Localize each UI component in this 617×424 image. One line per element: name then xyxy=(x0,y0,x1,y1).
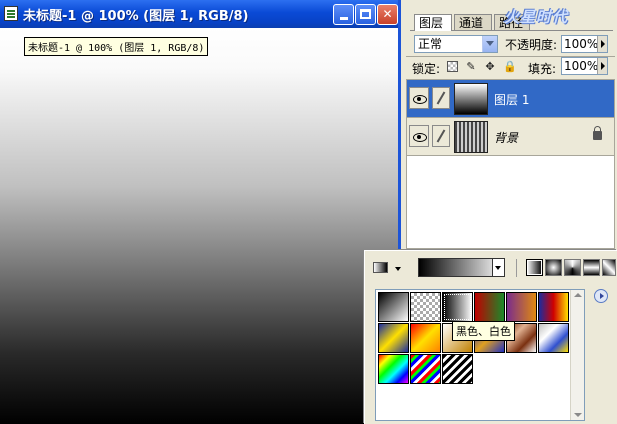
blend-mode-select[interactable]: 正常 xyxy=(414,35,498,53)
gradient-preset-swatch[interactable] xyxy=(378,292,409,322)
angle-gradient-button[interactable] xyxy=(564,259,581,276)
gradient-preset-swatch[interactable] xyxy=(474,292,505,322)
document-titlebar[interactable]: 未标题-1 @ 100% (图层 1, RGB/8) ✕ xyxy=(0,0,398,28)
divider xyxy=(516,259,517,277)
lock-paint-icon[interactable]: ✎ xyxy=(465,60,477,73)
fill-value: 100% xyxy=(564,59,599,73)
opacity-slider-arrow-icon[interactable] xyxy=(597,36,607,52)
chevron-down-icon[interactable] xyxy=(482,36,497,52)
minimize-button[interactable] xyxy=(333,4,354,25)
chevron-down-icon[interactable] xyxy=(395,267,401,271)
gradient-preset-swatch[interactable] xyxy=(442,354,473,384)
lock-all-icon[interactable]: 🔒 xyxy=(503,60,517,73)
gradient-tool-icon[interactable] xyxy=(373,262,388,273)
document-icon[interactable] xyxy=(4,6,18,21)
document-window: 未标题-1 @ 100% (图层 1, RGB/8) ✕ 未标题-1 @ 100… xyxy=(0,0,401,424)
maximize-button[interactable] xyxy=(355,4,376,25)
tab-channels[interactable]: 通道 xyxy=(454,14,492,31)
gradient-preset-swatch[interactable] xyxy=(538,323,569,353)
diamond-gradient-button[interactable] xyxy=(602,259,616,276)
eye-icon[interactable] xyxy=(409,87,429,109)
close-icon: ✕ xyxy=(382,7,393,21)
lock-position-icon[interactable]: ✥ xyxy=(484,60,496,73)
layer-thumbnail xyxy=(454,83,488,115)
lock-icon xyxy=(593,126,602,140)
gradient-preset-swatch[interactable] xyxy=(410,292,441,322)
gradient-preset-swatch[interactable] xyxy=(442,292,473,322)
fill-field[interactable]: 100% xyxy=(561,57,608,75)
layer-name: 图层 1 xyxy=(494,93,530,107)
scroll-down-icon[interactable] xyxy=(574,413,582,417)
preset-tooltip: 黑色、白色 xyxy=(452,321,515,341)
layers-list: 图层 1 背景 xyxy=(406,79,615,249)
document-title: 未标题-1 @ 100% (图层 1, RGB/8) xyxy=(23,9,249,24)
gradient-presets xyxy=(375,289,585,421)
maximize-icon xyxy=(360,9,371,19)
radial-gradient-button[interactable] xyxy=(545,259,562,276)
eye-icon[interactable] xyxy=(409,125,429,147)
layer-thumbnail xyxy=(454,121,488,153)
fill-slider-arrow-icon[interactable] xyxy=(597,58,607,74)
gradient-options-panel: 黑色、白色 xyxy=(364,250,617,424)
minimize-icon xyxy=(339,17,348,20)
panel-menu-icon[interactable] xyxy=(594,289,608,303)
layer-name: 背景 xyxy=(494,131,519,145)
gradient-preset-swatch[interactable] xyxy=(538,292,569,322)
gradient-preset-swatch[interactable] xyxy=(378,354,409,384)
fill-label: 填充: xyxy=(528,62,557,76)
gradient-preview[interactable] xyxy=(418,258,505,277)
lock-label: 锁定: xyxy=(412,62,441,76)
gradient-preset-swatch[interactable] xyxy=(410,323,441,353)
opacity-field[interactable]: 100% xyxy=(561,35,608,53)
document-canvas[interactable] xyxy=(0,28,398,424)
reflected-gradient-button[interactable] xyxy=(583,259,600,276)
watermark-logo: 火星时代 xyxy=(504,8,569,26)
link-box[interactable] xyxy=(432,125,450,147)
opacity-label: 不透明度: xyxy=(505,38,558,52)
gradient-preset-swatch[interactable] xyxy=(506,292,537,322)
chevron-down-icon[interactable] xyxy=(492,259,504,276)
document-tooltip: 未标题-1 @ 100% (图层 1, RGB/8) xyxy=(24,37,209,56)
linear-gradient-button[interactable] xyxy=(526,259,543,276)
layers-palette: 图层 通道 路径 火星时代 正常 不透明度: 100% 锁定: ✎ ✥ 🔒 填充… xyxy=(404,0,617,250)
blend-mode-value: 正常 xyxy=(418,37,443,51)
scroll-up-icon[interactable] xyxy=(574,293,582,297)
layer-row[interactable]: 背景 xyxy=(407,118,614,156)
brush-icon[interactable] xyxy=(432,87,450,109)
lock-transparency-icon[interactable] xyxy=(447,61,458,72)
gradient-preset-swatch[interactable] xyxy=(410,354,441,384)
gradient-preset-swatch[interactable] xyxy=(378,323,409,353)
tab-layers[interactable]: 图层 xyxy=(414,14,452,31)
layer-row[interactable]: 图层 1 xyxy=(407,80,614,118)
preset-scrollbar[interactable] xyxy=(570,290,584,420)
opacity-value: 100% xyxy=(564,37,599,51)
close-button[interactable]: ✕ xyxy=(377,4,398,25)
